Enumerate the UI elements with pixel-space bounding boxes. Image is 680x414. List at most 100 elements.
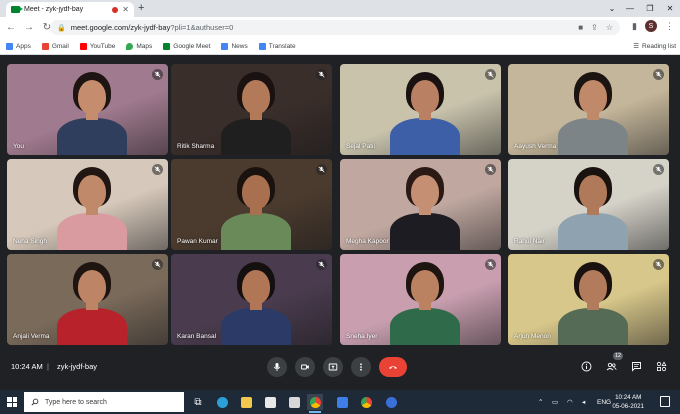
participant-name: Karan Bansal — [177, 333, 217, 340]
network-icon[interactable]: ▭ — [552, 390, 558, 414]
reading-list-button[interactable]: ☰ Reading list — [633, 42, 676, 51]
back-arrow-icon[interactable]: ← — [4, 21, 18, 35]
meeting-details-button[interactable] — [578, 358, 594, 374]
bookmark-apps[interactable]: Apps — [6, 42, 31, 50]
chat-button[interactable] — [628, 358, 644, 374]
taskbar-search-box[interactable]: Type here to search — [24, 392, 184, 412]
recording-indicator-icon — [112, 6, 119, 13]
taskbar-date: 05-06-2021 — [612, 403, 644, 410]
participant-tile[interactable]: Anjali Verma — [7, 254, 168, 345]
participant-video-figure — [221, 70, 291, 155]
search-icon — [31, 398, 39, 406]
lock-icon[interactable]: 🔒 — [57, 24, 66, 32]
meeting-clock: 10:24 AM — [11, 362, 43, 371]
leave-call-button[interactable] — [379, 357, 407, 377]
bookmark-star-icon[interactable]: ☆ — [606, 23, 613, 32]
camera-permission-icon[interactable]: ■ — [578, 23, 583, 32]
participant-name: Aayush Verma — [514, 143, 557, 150]
browser-tab-meet[interactable]: Meet - zyk-jydf-bay ✕ — [6, 2, 134, 17]
volume-icon[interactable]: ◂ — [582, 390, 585, 414]
participant-video-figure — [558, 70, 628, 155]
store-bag-icon — [264, 396, 276, 408]
language-indicator[interactable]: ENG — [597, 390, 611, 414]
screen: Meet - zyk-jydf-bay ✕ + ⌄ — ❐ ✕ ← → ↻ 🔒 … — [0, 0, 680, 414]
extensions-icon[interactable]: ▮ — [632, 21, 637, 32]
close-window-button[interactable]: ✕ — [660, 0, 680, 17]
menu-kebab-icon[interactable]: ⋮ — [665, 21, 674, 32]
participant-tile[interactable]: Megha Kapoor — [340, 159, 501, 250]
participant-name: Anjali Verma — [13, 333, 50, 340]
present-screen-button[interactable] — [323, 357, 343, 377]
meet-favicon-icon — [11, 6, 23, 13]
meet-video-grid: You Ritik Sharma Sejal Patil Aayush Verma Ne… — [0, 55, 680, 385]
profile-avatar[interactable]: S — [645, 20, 657, 32]
mic-off-icon — [485, 259, 496, 270]
participant-video-figure — [57, 70, 127, 155]
meeting-code: zyk-jydf-bay — [57, 362, 98, 371]
microphone-button[interactable] — [267, 357, 287, 377]
reading-list-label: Reading list — [642, 42, 676, 50]
participant-tile[interactable]: Sejal Patil — [340, 64, 501, 155]
participant-video-figure — [57, 165, 127, 250]
tray-chevron-icon[interactable]: ⌃ — [538, 390, 543, 414]
mic-off-icon — [485, 69, 496, 80]
bookmark-google-meet[interactable]: Google Meet — [163, 42, 211, 50]
forward-arrow-icon[interactable]: → — [22, 21, 36, 35]
camera-button[interactable] — [295, 357, 315, 377]
participant-tile[interactable]: Sneha Iyer — [340, 254, 501, 345]
file-explorer-app[interactable] — [238, 394, 254, 410]
maximize-window-button[interactable]: ❐ — [640, 0, 660, 17]
participant-tile[interactable]: Karan Bansal — [171, 254, 332, 345]
bookmark-news[interactable]: News — [221, 42, 248, 50]
participant-name: You — [13, 143, 24, 150]
bookmark-translate[interactable]: Translate — [258, 42, 296, 50]
folder-icon — [240, 396, 252, 408]
news-icon — [221, 42, 229, 50]
chrome-app[interactable] — [307, 394, 323, 413]
share-icon[interactable]: ⇪ — [591, 23, 598, 32]
bookmark-maps[interactable]: Maps — [126, 42, 152, 50]
more-options-button[interactable] — [351, 357, 371, 377]
participant-tile[interactable]: You — [7, 64, 168, 155]
edge-app[interactable] — [214, 394, 230, 410]
bookmark-gmail[interactable]: Gmail — [41, 42, 69, 50]
bookmark-label: Gmail — [51, 42, 69, 50]
url-text[interactable]: meet.google.com/zyk-jydf-bay?pli=1&authu… — [71, 23, 571, 32]
taskbar-clock[interactable]: 10:24 AM 05-06-2021 — [612, 393, 644, 411]
download-icon — [385, 396, 397, 408]
new-tab-button[interactable]: + — [138, 2, 144, 15]
tab-close-icon[interactable]: ✕ — [122, 5, 129, 14]
windows-taskbar: Type here to search ⧉ ⌃ ▭ ◠ ◂ ENG 10:24 … — [0, 390, 680, 414]
meet-icon — [163, 42, 171, 50]
tab-search-chevron-icon[interactable]: ⌄ — [602, 0, 622, 17]
address-bar[interactable]: 🔒 meet.google.com/zyk-jydf-bay?pli=1&aut… — [50, 20, 620, 35]
pinned-app-chrome-profile[interactable] — [358, 394, 374, 410]
minimize-window-button[interactable]: — — [620, 0, 640, 17]
meet-control-bar: 10:24 AM | zyk-jydf-bay 12 — [0, 348, 680, 385]
store-app[interactable] — [262, 394, 278, 410]
tab-title: Meet - zyk-jydf-bay — [24, 6, 84, 13]
participant-name: Neha Singh — [13, 238, 47, 245]
gmail-icon — [41, 42, 49, 50]
microphone-icon — [273, 363, 281, 371]
activities-button[interactable] — [653, 358, 669, 374]
participant-tile[interactable]: Rahul Nair — [508, 159, 669, 250]
bookmark-label: Google Meet — [173, 42, 211, 50]
wifi-icon[interactable]: ◠ — [567, 390, 573, 414]
bookmarks-bar: Apps Gmail YouTube Maps Google Meet News Trans… — [0, 38, 680, 55]
participant-tile[interactable]: Aayush Verma — [508, 64, 669, 155]
participant-tile[interactable]: Pawan Kumar — [171, 159, 332, 250]
people-button[interactable] — [603, 358, 619, 374]
bookmark-youtube[interactable]: YouTube — [79, 42, 115, 50]
notifications-icon[interactable] — [660, 396, 670, 407]
taskbar-time: 10:24 AM — [615, 394, 642, 401]
pinned-app-download[interactable] — [383, 394, 399, 410]
participant-tile[interactable]: Ritik Sharma — [171, 64, 332, 155]
task-view-button[interactable]: ⧉ — [190, 394, 206, 410]
participant-tile[interactable]: Arjun Menon — [508, 254, 669, 345]
mic-off-icon — [653, 164, 664, 175]
participant-tile[interactable]: Neha Singh — [7, 159, 168, 250]
pinned-app-blue[interactable] — [334, 394, 350, 410]
windows-start-icon[interactable] — [7, 397, 17, 407]
mail-app[interactable] — [286, 394, 302, 410]
